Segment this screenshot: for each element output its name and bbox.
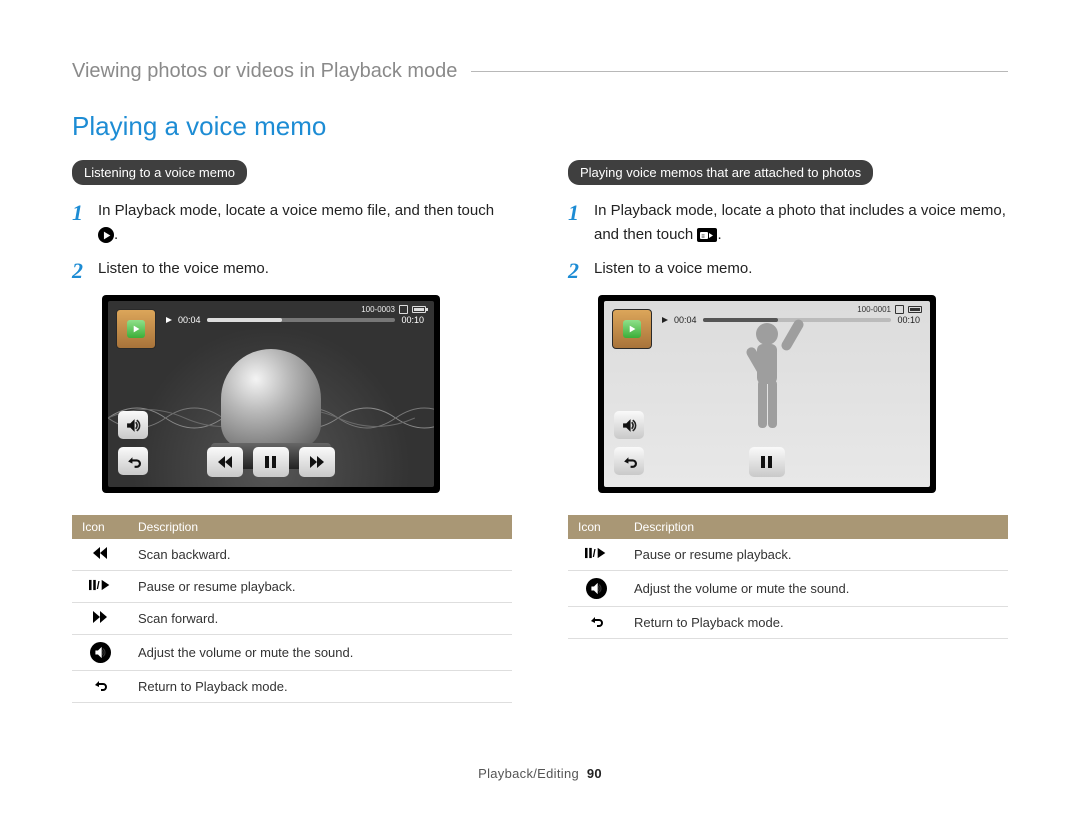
left-icon-table: Icon Description Scan backward. Pause or…: [72, 515, 512, 703]
return-icon: [585, 614, 607, 628]
step-number-1: 1: [568, 199, 584, 247]
file-number: 100-0003: [361, 305, 395, 314]
table-header-icon: Icon: [72, 515, 128, 539]
return-icon: [89, 678, 111, 692]
memo-badge-icon: ≡: [697, 228, 717, 242]
thumbnail-play-icon: [127, 320, 145, 338]
battery-icon: [908, 306, 922, 313]
page-footer: Playback/Editing 90: [0, 766, 1080, 781]
table-cell-desc: Adjust the volume or mute the sound.: [624, 571, 1008, 607]
table-cell-desc: Adjust the volume or mute the sound.: [128, 635, 512, 671]
left-column: Listening to a voice memo 1 In Playback …: [72, 160, 512, 703]
pause-play-icon: [89, 578, 111, 592]
status-indicators: 100-0001: [857, 305, 922, 314]
table-cell-desc: Scan forward.: [128, 603, 512, 635]
table-header-description: Description: [128, 515, 512, 539]
memory-card-icon: [399, 305, 408, 314]
pause-play-icon: [585, 546, 607, 560]
progress-bar[interactable]: [207, 318, 396, 322]
return-button[interactable]: [614, 447, 644, 475]
table-row: Return to Playback mode.: [72, 671, 512, 703]
breadcrumb-divider: [471, 71, 1008, 72]
section-title: Playing a voice memo: [72, 111, 1008, 142]
playing-caret-icon: [662, 317, 668, 323]
right-icon-table: Icon Description Pause or resume playbac…: [568, 515, 1008, 639]
table-row: Scan forward.: [72, 603, 512, 635]
page-number: 90: [587, 766, 602, 781]
scan-backward-icon: [89, 546, 111, 560]
breadcrumb: Viewing photos or videos in Playback mod…: [72, 60, 457, 83]
memory-card-icon: [895, 305, 904, 314]
total-time: 00:10: [897, 315, 920, 325]
volume-icon: [586, 578, 607, 599]
progress-fill: [207, 318, 283, 322]
return-button[interactable]: [118, 447, 148, 475]
left-subtitle: Listening to a voice memo: [72, 160, 247, 185]
left-step1-tail: .: [114, 226, 118, 243]
photo-memo-screen: 100-0001 00:04 00:10: [598, 295, 936, 493]
footer-section: Playback/Editing: [478, 766, 579, 781]
step-number-2: 2: [72, 257, 88, 283]
svg-text:≡: ≡: [702, 234, 706, 240]
scan-backward-button[interactable]: [207, 447, 243, 477]
scan-forward-button[interactable]: [299, 447, 335, 477]
total-time: 00:10: [401, 315, 424, 325]
table-header-description: Description: [624, 515, 1008, 539]
scan-forward-icon: [89, 610, 111, 624]
volume-button[interactable]: [118, 411, 148, 439]
table-row: Scan backward.: [72, 539, 512, 571]
left-step1-text: In Playback mode, locate a voice memo fi…: [98, 202, 494, 219]
right-subtitle: Playing voice memos that are attached to…: [568, 160, 873, 185]
right-column: Playing voice memos that are attached to…: [568, 160, 1008, 703]
battery-icon: [412, 306, 426, 313]
memo-thumbnail[interactable]: [116, 309, 156, 349]
table-cell-desc: Pause or resume playback.: [128, 571, 512, 603]
right-step2-text: Listen to a voice memo.: [594, 257, 752, 283]
playing-caret-icon: [166, 317, 172, 323]
elapsed-time: 00:04: [178, 315, 201, 325]
thumbnail-play-icon: [623, 320, 641, 338]
table-row: Pause or resume playback.: [568, 539, 1008, 571]
table-cell-desc: Return to Playback mode.: [624, 607, 1008, 639]
table-cell-desc: Scan backward.: [128, 539, 512, 571]
table-header-icon: Icon: [568, 515, 624, 539]
voice-memo-screen: 100-0003 00:04 00:10: [102, 295, 440, 493]
left-step2-text: Listen to the voice memo.: [98, 257, 269, 283]
memo-thumbnail[interactable]: [612, 309, 652, 349]
person-silhouette: [724, 318, 810, 443]
table-row: Adjust the volume or mute the sound.: [72, 635, 512, 671]
pause-button[interactable]: [253, 447, 289, 477]
pause-button[interactable]: [749, 447, 785, 477]
table-cell-desc: Return to Playback mode.: [128, 671, 512, 703]
file-number: 100-0001: [857, 305, 891, 314]
right-step1-text: In Playback mode, locate a photo that in…: [594, 202, 1006, 243]
volume-icon: [90, 642, 111, 663]
step-number-1: 1: [72, 199, 88, 247]
elapsed-time: 00:04: [674, 315, 697, 325]
step-number-2: 2: [568, 257, 584, 283]
table-row: Return to Playback mode.: [568, 607, 1008, 639]
play-circle-icon: [98, 227, 114, 243]
status-indicators: 100-0003: [361, 305, 426, 314]
table-row: Pause or resume playback.: [72, 571, 512, 603]
volume-button[interactable]: [614, 411, 644, 439]
right-step1-tail: .: [717, 226, 721, 243]
table-cell-desc: Pause or resume playback.: [624, 539, 1008, 571]
table-row: Adjust the volume or mute the sound.: [568, 571, 1008, 607]
